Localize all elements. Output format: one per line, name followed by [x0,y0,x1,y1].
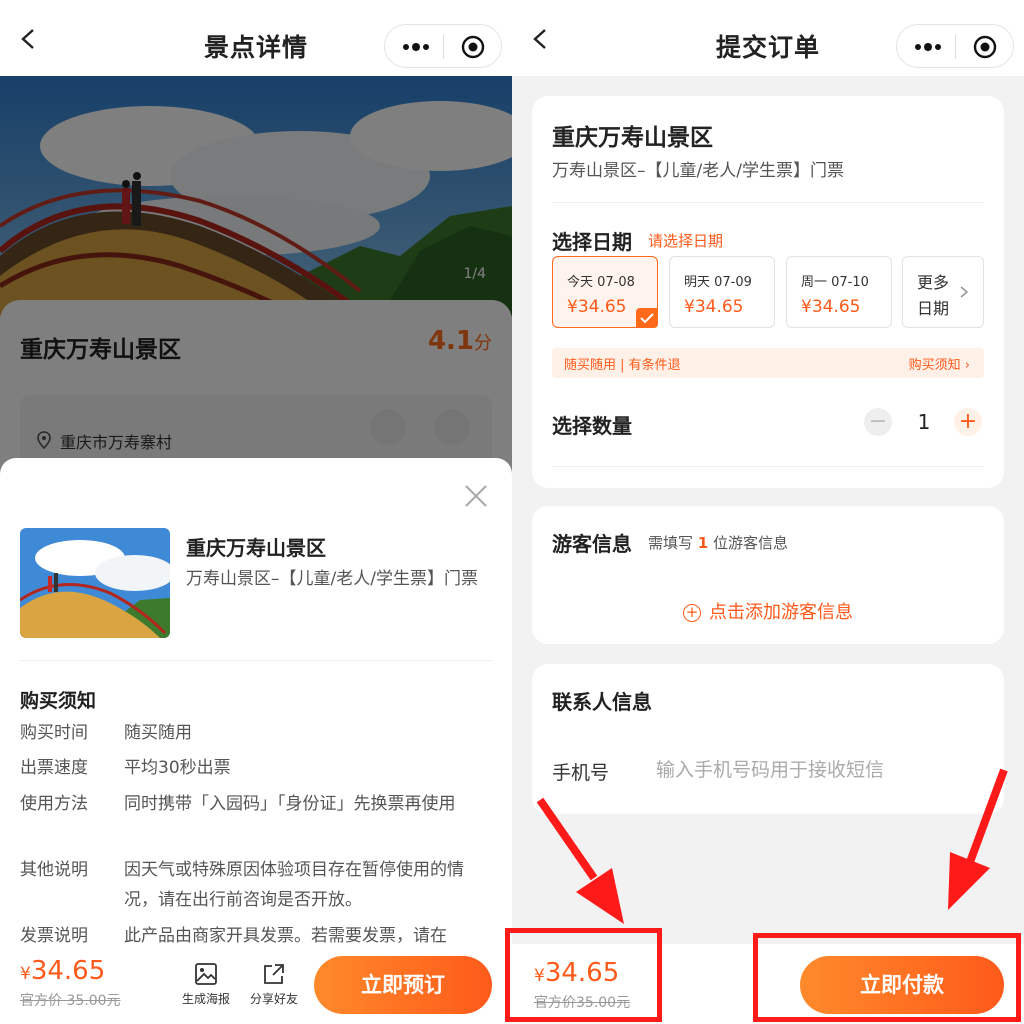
contact-info-card: 联系人信息 手机号 [532,664,1004,814]
guest-count: 1 [697,534,709,552]
purchase-notice-link[interactable]: 购买须知 › [909,354,970,373]
divider [20,660,492,661]
more-dates-line1: 更多 [917,273,950,292]
add-guest-label: 点击添加游客信息 [709,602,853,623]
plus-circle-icon: + [683,604,701,622]
generate-poster-button[interactable]: 生成海报 [176,962,236,1007]
date-day: 今天 07-08 [567,275,635,290]
submit-order-screen: 提交订单 重庆万寿山景区 万寿山景区–【儿童/老人/学生票】门票 选择日期 请选… [512,0,1024,1024]
quantity-value: 1 [917,410,931,434]
share-friend-button[interactable]: 分享好友 [244,962,304,1007]
share-icon [264,964,284,984]
notice-value: 因天气或特殊原因体验项目存在暂停使用的情况，请在出行前咨询是否开放。 [124,860,464,910]
product-title: 重庆万寿山景区 [186,536,326,560]
phone-input[interactable] [656,754,986,786]
quantity-minus-button[interactable]: − [864,408,892,436]
guest-info-hint: 需填写 1 位游客信息 [648,532,788,553]
quantity-label: 选择数量 [552,414,632,438]
date-price: ¥34.65 [684,297,744,317]
attraction-detail-screen: 1/4 重庆万寿山景区 4.1分 重庆市万寿寨村 景点详情 [0,0,512,1024]
order-product-card: 重庆万寿山景区 万寿山景区–【儿童/老人/学生票】门票 选择日期 请选择日期 今… [532,96,1004,488]
notice-value: 随买随用 [124,723,192,743]
price-value: 34.65 [30,956,106,986]
mini-program-capsule [896,24,1014,68]
add-guest-button[interactable]: + 点击添加游客信息 [532,598,1004,624]
sale-price: ¥34.65 [20,956,105,986]
refund-policy-bar: 随买随用 | 有条件退 购买须知 › [552,348,984,378]
pay-button-highlight-box [753,933,1021,1022]
ticket-info-sheet: 重庆万寿山景区 万寿山景区–【儿童/老人/学生票】门票 购买须知 购买时间 随买… [0,458,512,1024]
date-day: 明天 07-09 [684,275,752,290]
check-icon [636,308,658,328]
purchase-notice-title: 购买须知 [20,690,97,712]
notice-key: 购买时间 [20,723,88,743]
hint-suffix: 位游客信息 [713,534,789,552]
contact-info-title: 联系人信息 [552,690,652,714]
more-dates-button[interactable]: 更多 日期 [902,256,984,328]
date-price: ¥34.65 [801,297,861,317]
date-day: 周一 07-10 [801,275,869,290]
divider [552,202,984,203]
original-price: 官方价 35.00元 [20,993,121,1009]
notice-key: 其他说明 [20,860,88,880]
bridge-thumbnail-image [20,528,170,638]
close-icon[interactable] [464,484,488,508]
notice-key: 使用方法 [20,794,88,814]
select-date-hint: 请选择日期 [648,232,724,250]
guest-info-card: 游客信息 需填写 1 位游客信息 + 点击添加游客信息 [532,506,1004,644]
bottom-action-bar: ¥34.65 官方价 35.00元 生成海报 分享好友 立即预订 [0,944,512,1024]
book-now-button[interactable]: 立即预订 [314,956,492,1014]
divider [552,466,984,467]
poster-label: 生成海报 [181,992,230,1006]
hint-prefix: 需填写 [648,534,694,552]
nav-bar: 提交订单 [512,0,1024,76]
price-highlight-box [505,928,662,1022]
notice-row: 购买时间 随买随用 [20,718,492,748]
ticket-type: 万寿山景区–【儿童/老人/学生票】门票 [552,161,844,181]
more-dates-line2: 日期 [917,299,950,318]
select-date-label: 选择日期 [552,230,632,254]
notice-row: 出票速度 平均30秒出票 [20,753,492,783]
notice-row: 其他说明 因天气或特殊原因体验项目存在暂停使用的情况，请在出行前咨询是否开放。 [20,855,492,915]
close-target-icon[interactable] [973,35,997,59]
notice-key: 出票速度 [20,758,88,778]
date-option-today[interactable]: 今天 07-08 ¥34.65 [552,256,658,328]
nav-bar: 景点详情 [0,0,512,76]
date-option-tomorrow[interactable]: 明天 07-09 ¥34.65 [669,256,775,328]
phone-label: 手机号 [552,762,610,784]
share-label: 分享好友 [249,992,298,1006]
capsule-divider [443,35,444,59]
date-price: ¥34.65 [567,297,627,317]
more-dots-icon[interactable] [913,37,943,57]
refund-policy-text: 随买随用 | 有条件退 [564,358,681,373]
guest-info-title: 游客信息 [552,532,632,556]
notice-value: 同时携带「入园码」「身份证」先换票再使用 [124,794,456,814]
more-dots-icon[interactable] [401,37,431,57]
quantity-plus-button[interactable]: + [954,408,982,436]
close-target-icon[interactable] [461,35,485,59]
chevron-right-icon [960,286,969,298]
product-thumbnail [20,528,170,638]
notice-row: 使用方法 同时携带「入园码」「身份证」先换票再使用 [20,789,492,849]
product-subtitle: 万寿山景区–【儿童/老人/学生票】门票 [186,569,478,589]
image-icon [195,963,217,985]
currency-symbol: ¥ [20,964,31,984]
date-option-monday[interactable]: 周一 07-10 ¥34.65 [786,256,892,328]
capsule-divider [955,35,956,59]
product-name: 重庆万寿山景区 [552,125,713,151]
mini-program-capsule [384,24,502,68]
notice-value: 平均30秒出票 [124,758,231,778]
